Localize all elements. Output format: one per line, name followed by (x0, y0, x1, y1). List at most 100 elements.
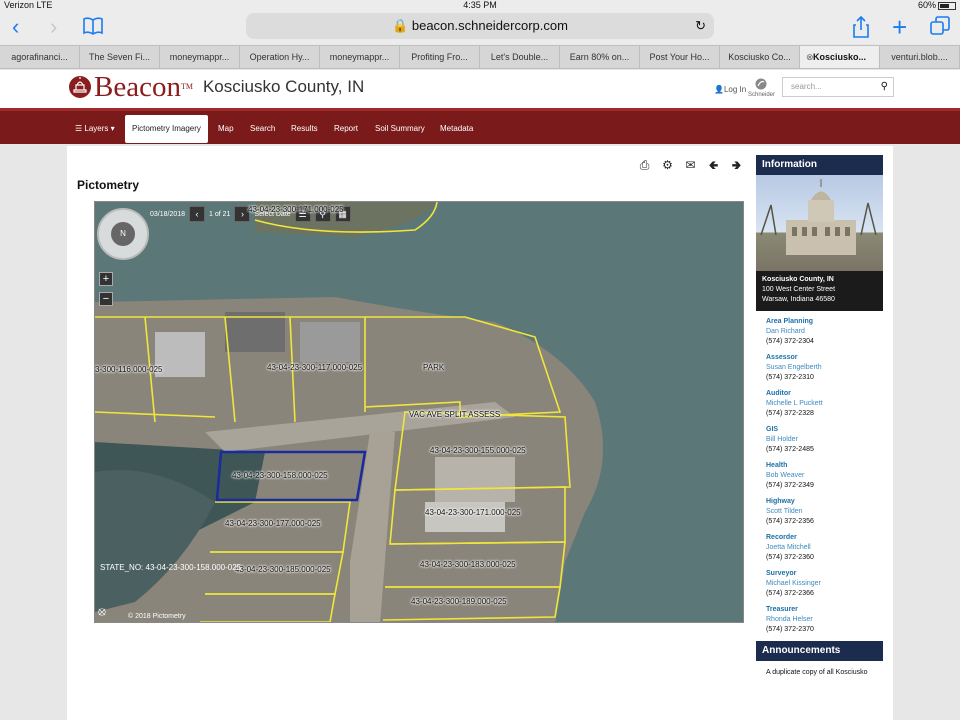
contact-dept[interactable]: Highway (766, 497, 873, 507)
browser-tab[interactable]: Earn 80% on... (560, 46, 640, 68)
browser-tab[interactable]: Profiting Fro... (400, 46, 480, 68)
map-copyright: © 2018 Pictometry (128, 613, 186, 620)
login-link[interactable]: 👤Log In (714, 85, 746, 94)
parcel-label[interactable]: 43-04-23-300-171.000-025 (248, 205, 344, 214)
arrow-left-icon[interactable]: 🢀 (706, 158, 721, 173)
back-icon[interactable]: ‹ (12, 16, 19, 38)
parcel-label[interactable]: 43-04-23-300-177.000-025 (225, 519, 321, 528)
zoom-in-button[interactable]: + (99, 272, 113, 286)
contact-item: Health Bob Weaver (574) 372-2349 (766, 461, 873, 491)
contact-phone: (574) 372-2360 (766, 554, 814, 561)
contact-item: Surveyor Michael Kissinger (574) 372-2366 (766, 569, 873, 599)
parcel-label[interactable]: 43-04-23-300-189.000-025 (411, 597, 507, 606)
contact-dept[interactable]: Auditor (766, 389, 873, 399)
contact-name[interactable]: Susan Engelberth (766, 363, 873, 373)
close-tab-icon[interactable]: ⊗ (806, 46, 814, 68)
contact-dept[interactable]: Assessor (766, 353, 873, 363)
browser-tab[interactable]: Kosciusko Co... (720, 46, 800, 68)
compass-control[interactable]: N (97, 208, 149, 260)
main-content: ⎙ ⚙ ✉ 🢀 🢂 Pictometry 03/18/2018 ‹ 1 of 2… (67, 146, 893, 720)
page-tools: ⎙ ⚙ ✉ 🢀 🢂 (637, 158, 744, 173)
browser-tab[interactable]: Operation Hy... (240, 46, 320, 68)
chevron-left-icon[interactable]: ‹ (189, 206, 206, 222)
contact-name[interactable]: Dan Richard (766, 327, 873, 337)
contact-name[interactable]: Bob Weaver (766, 471, 873, 481)
gear-icon[interactable]: ⚙ (660, 158, 675, 173)
contact-list: Area Planning Dan Richard (574) 372-2304 A… (756, 311, 883, 635)
beacon-logo[interactable]: BeaconTM Kosciusko County, IN (68, 73, 364, 102)
pictometry-map[interactable]: 03/18/2018 ‹ 1 of 21 › Select Date ☰ ⚲ ▦… (94, 201, 744, 623)
information-heading: Information (756, 155, 883, 175)
tabs-icon[interactable] (930, 16, 950, 40)
contact-name[interactable]: Bill Holder (766, 435, 873, 445)
contact-name[interactable]: Scott Tilden (766, 507, 873, 517)
contact-item: Recorder Joetta Mitchell (574) 372-2360 (766, 533, 873, 563)
contact-dept[interactable]: Area Planning (766, 317, 873, 327)
contact-name[interactable]: Joetta Mitchell (766, 543, 873, 553)
nav-results[interactable]: Results (291, 124, 318, 133)
announcements-heading: Announcements (756, 641, 883, 661)
info-sidebar: Information Kosciusko County, IN 100 Wes… (756, 155, 883, 676)
url-bar[interactable]: 🔒 beacon.schneidercorp.com ↻ (246, 13, 714, 39)
site-search-input[interactable]: search... ⚲ (782, 77, 894, 97)
browser-tab[interactable]: Let's Double... (480, 46, 560, 68)
tab-label: venturi.blob.... (891, 52, 948, 62)
browser-tab[interactable]: The Seven Fi... (80, 46, 160, 68)
tab-label: Operation Hy... (249, 52, 310, 62)
parcel-label[interactable]: 43-04-23-300-117.000-025 (267, 363, 362, 372)
browser-tab[interactable]: Post Your Ho... (640, 46, 720, 68)
browser-tab-active[interactable]: ⊗ Kosciusko... (800, 46, 880, 68)
schneider-logo: Schneider (748, 78, 775, 98)
capitol-dome-icon (68, 74, 92, 100)
contact-name[interactable]: Rhonda Helser (766, 615, 873, 625)
nav-pictometry-imagery[interactable]: Pictometry Imagery (125, 115, 208, 143)
contact-name[interactable]: Michael Kissinger (766, 579, 873, 589)
zoom-out-button[interactable]: − (99, 292, 113, 306)
parcel-label[interactable]: 43-04-23-300-158.000-025 (232, 471, 328, 480)
contact-phone: (574) 372-2356 (766, 518, 814, 525)
nav-soil-summary[interactable]: Soil Summary (375, 124, 425, 133)
contact-dept[interactable]: Treasurer (766, 605, 873, 615)
parcel-label[interactable]: 3-300-116.000-025 (95, 365, 162, 374)
parcel-label[interactable]: VAC AVE SPLIT ASSESS (409, 410, 500, 419)
nav-report[interactable]: Report (334, 124, 358, 133)
tab-label: Profiting Fro... (411, 52, 468, 62)
print-icon[interactable]: ⎙ (637, 158, 652, 173)
search-placeholder: search... (791, 82, 822, 91)
browser-tab[interactable]: moneymappr... (320, 46, 400, 68)
nav-map[interactable]: Map (218, 124, 234, 133)
address-line-1: Kosciusko County, IN (762, 276, 834, 283)
contact-phone: (574) 372-2310 (766, 374, 814, 381)
new-tab-icon[interactable]: + (892, 14, 907, 40)
ios-status-bar: Verizon LTE 4:35 PM 60% (0, 0, 960, 12)
parcel-label[interactable]: PARK (423, 363, 444, 372)
courthouse-illustration (760, 179, 877, 255)
browser-tab[interactable]: venturi.blob.... (880, 46, 960, 68)
contact-item: Auditor Michelle L Puckett (574) 372-2328 (766, 389, 873, 419)
contact-phone: (574) 372-2485 (766, 446, 814, 453)
lock-icon: 🔒 (392, 18, 409, 33)
parcel-label[interactable]: 43-04-23-300-155.000-025 (430, 446, 526, 455)
browser-tab[interactable]: moneymappr... (160, 46, 240, 68)
share-icon[interactable] (852, 15, 870, 42)
nav-metadata[interactable]: Metadata (440, 124, 473, 133)
arrow-right-icon[interactable]: 🢂 (729, 158, 744, 173)
parcel-label[interactable]: 43-04-23-300-183.000-025 (420, 560, 516, 569)
forward-icon[interactable]: › (50, 16, 57, 38)
contact-dept[interactable]: Surveyor (766, 569, 873, 579)
search-icon[interactable]: ⚲ (881, 78, 888, 96)
bookmarks-icon[interactable] (82, 16, 104, 40)
browser-tab[interactable]: agorafinanci... (0, 46, 80, 68)
contact-dept[interactable]: Recorder (766, 533, 873, 543)
contact-name[interactable]: Michelle L Puckett (766, 399, 873, 409)
nav-search[interactable]: Search (250, 124, 275, 133)
parcel-label[interactable]: 43-04-23-300-185.000-025 (235, 565, 331, 574)
parcel-label[interactable]: 43-04-23-300-171.000-025 (425, 508, 521, 517)
logo-text: BeaconTM (94, 73, 193, 102)
nav-layers[interactable]: ☰ Layers ▾ (75, 124, 115, 133)
contact-dept[interactable]: GIS (766, 425, 873, 435)
email-icon[interactable]: ✉ (683, 158, 698, 173)
reload-icon[interactable]: ↻ (695, 13, 706, 39)
schneider-icon (755, 78, 767, 90)
contact-dept[interactable]: Health (766, 461, 873, 471)
